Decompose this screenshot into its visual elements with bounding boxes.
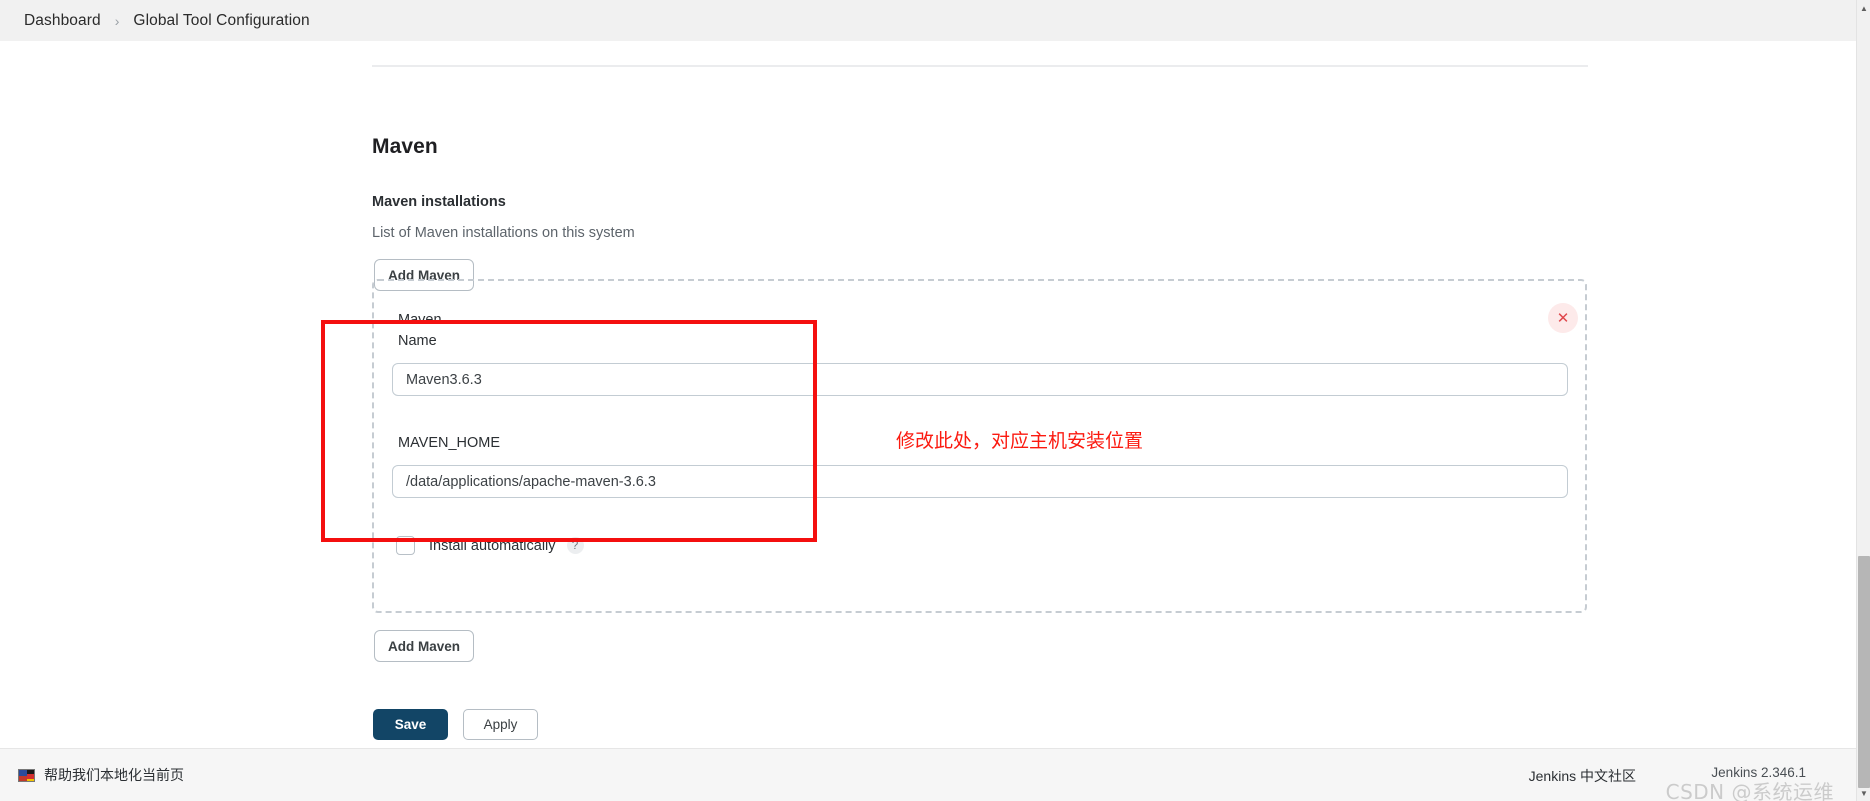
install-automatically-row: Install automatically ?: [396, 536, 584, 555]
annotation-text: 修改此处，对应主机安装位置: [896, 430, 1144, 452]
maven-installations-label: Maven installations: [372, 194, 506, 210]
localize-link[interactable]: 帮助我们本地化当前页: [18, 765, 184, 785]
page-root: Dashboard › Global Tool Configuration Ma…: [0, 0, 1870, 801]
page-title: Maven: [372, 135, 438, 158]
help-icon[interactable]: ?: [566, 537, 584, 554]
jenkins-version-label: Jenkins 2.346.1: [1711, 765, 1806, 780]
maven-home-label: MAVEN_HOME: [398, 435, 501, 451]
close-glyph: ✕: [1556, 309, 1570, 327]
localize-label: 帮助我们本地化当前页: [44, 767, 184, 783]
name-input[interactable]: [392, 363, 1568, 396]
scroll-down-arrow-icon[interactable]: ▼: [1857, 785, 1870, 801]
breadcrumb-current[interactable]: Global Tool Configuration: [133, 12, 309, 30]
install-automatically-checkbox[interactable]: [396, 536, 415, 555]
close-icon[interactable]: ✕: [1548, 303, 1578, 333]
section-divider: [372, 65, 1588, 67]
apply-button[interactable]: Apply: [463, 709, 538, 740]
name-label: Name: [398, 333, 437, 349]
jenkins-community-link[interactable]: Jenkins 中文社区: [1529, 766, 1636, 786]
breadcrumb-bar: Dashboard › Global Tool Configuration: [0, 0, 1856, 41]
footer-bar: 帮助我们本地化当前页 Jenkins 中文社区 Jenkins 2.346.1 …: [0, 748, 1856, 801]
breadcrumb-dashboard[interactable]: Dashboard: [24, 12, 101, 30]
maven-home-input[interactable]: [392, 465, 1568, 498]
panel-title: Maven: [398, 312, 442, 328]
scrollbar-thumb[interactable]: [1858, 556, 1870, 788]
install-automatically-label: Install automatically: [429, 537, 556, 554]
add-maven-button-bottom[interactable]: Add Maven: [374, 630, 474, 662]
main-content: Maven Maven installations List of Maven …: [0, 41, 1856, 748]
breadcrumb-separator-icon: ›: [114, 12, 120, 29]
vertical-scrollbar[interactable]: ▲ ▼: [1856, 0, 1870, 801]
flags-icon: [18, 768, 35, 782]
scroll-up-arrow-icon[interactable]: ▲: [1857, 0, 1870, 16]
maven-installations-description: List of Maven installations on this syst…: [372, 225, 635, 241]
save-button[interactable]: Save: [373, 709, 448, 740]
